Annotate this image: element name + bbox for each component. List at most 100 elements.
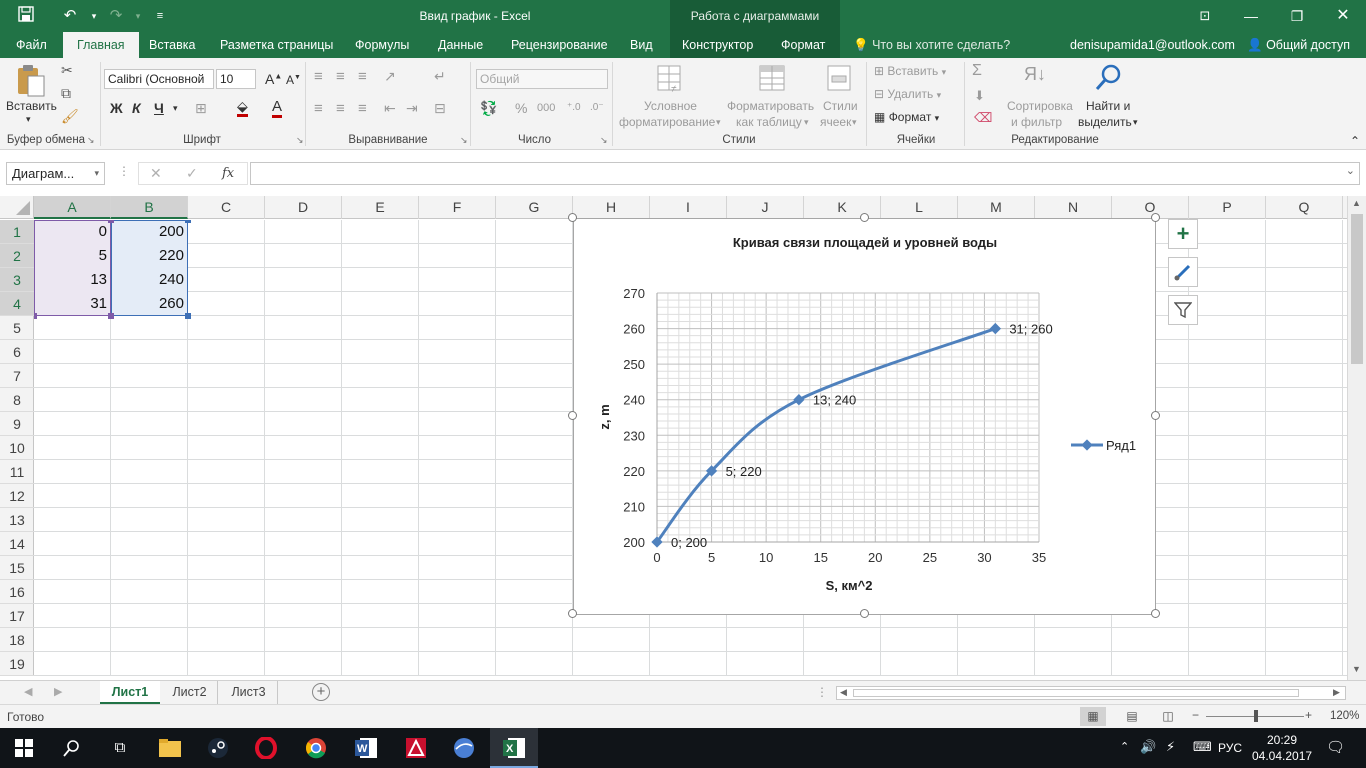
cut-icon[interactable]: ✂ — [61, 62, 73, 79]
tab-formulas[interactable]: Формулы — [355, 32, 409, 58]
row-header-2[interactable]: 2 — [0, 244, 34, 268]
search-icon[interactable] — [48, 728, 96, 768]
comma-style-icon[interactable]: 000 — [537, 102, 555, 114]
align-middle-icon[interactable]: ≡ — [336, 68, 345, 85]
clear-icon[interactable]: ⌫ — [974, 110, 992, 126]
y-axis-title[interactable]: z, m — [597, 404, 612, 429]
column-header-d[interactable]: D — [265, 196, 342, 219]
file-explorer-icon[interactable] — [146, 728, 194, 768]
chart-resize-handle[interactable] — [568, 609, 577, 618]
zoom-in-icon[interactable]: + — [1305, 708, 1312, 722]
decrease-indent-icon[interactable]: ⇤ — [384, 100, 396, 117]
sheet-tab-1[interactable]: Лист1 — [100, 681, 160, 704]
tab-home[interactable]: Главная — [63, 32, 139, 58]
column-header-f[interactable]: F — [419, 196, 496, 219]
enter-icon[interactable]: ✓ — [186, 165, 198, 182]
chart-resize-handle[interactable] — [1151, 213, 1160, 222]
conditional-formatting-dropdown-icon[interactable]: ▾ — [716, 117, 721, 128]
row-header-5[interactable]: 5 — [0, 316, 34, 340]
zoom-slider-thumb[interactable] — [1254, 710, 1258, 722]
column-header-h[interactable]: H — [573, 196, 650, 219]
row-header-6[interactable]: 6 — [0, 340, 34, 364]
row-header-1[interactable]: 1 — [0, 220, 34, 244]
chart-styles-button[interactable] — [1168, 257, 1198, 287]
delete-cells-button[interactable]: ⊟ Удалить ▾ — [874, 87, 941, 101]
find-select-label-1[interactable]: Найти и — [1086, 99, 1130, 113]
column-header-g[interactable]: G — [496, 196, 573, 219]
decrease-font-icon[interactable]: A▼ — [286, 73, 301, 87]
row-header-7[interactable]: 7 — [0, 364, 34, 388]
data-label[interactable]: 5; 220 — [726, 464, 762, 479]
tab-review[interactable]: Рецензирование — [511, 32, 608, 58]
sort-filter-label-2[interactable]: и фильтр — [1011, 115, 1062, 129]
orientation-icon[interactable]: ↗ — [384, 68, 396, 85]
expand-formula-icon[interactable]: ⌄ — [1346, 164, 1355, 177]
paste-dropdown-icon[interactable]: ▾ — [26, 114, 31, 125]
minimize-button[interactable]: — — [1228, 0, 1274, 32]
row-header-8[interactable]: 8 — [0, 388, 34, 412]
borders-icon[interactable]: ⊞ — [195, 100, 207, 117]
row-header-11[interactable]: 11 — [0, 460, 34, 484]
row-header-14[interactable]: 14 — [0, 532, 34, 556]
tab-file[interactable]: Файл — [16, 32, 47, 58]
paste-icon[interactable] — [14, 64, 46, 98]
task-view-icon[interactable]: ⧉ — [96, 728, 144, 768]
conditional-formatting-label-2[interactable]: форматирование — [619, 115, 715, 129]
row-header-15[interactable]: 15 — [0, 556, 34, 580]
column-header-p[interactable]: P — [1189, 196, 1266, 219]
tab-data[interactable]: Данные — [438, 32, 483, 58]
column-header-l[interactable]: L — [881, 196, 958, 219]
percent-style-icon[interactable]: % — [515, 100, 527, 116]
wrap-text-icon[interactable]: ↵ — [434, 68, 446, 85]
tab-page-layout[interactable]: Разметка страницы — [220, 32, 333, 58]
scroll-up-icon[interactable]: ▲ — [1352, 198, 1361, 208]
cell-styles-label-1[interactable]: Стили — [823, 99, 858, 113]
fill-icon[interactable]: ⬇ — [974, 88, 985, 104]
row-header-10[interactable]: 10 — [0, 436, 34, 460]
format-cells-button[interactable]: ▦ Формат ▾ — [874, 110, 939, 124]
chrome-icon[interactable] — [292, 728, 340, 768]
redo-icon[interactable]: ↷ — [106, 6, 126, 26]
column-header-q[interactable]: Q — [1266, 196, 1343, 219]
cell-b3[interactable]: 240 — [111, 268, 188, 292]
column-header-j[interactable]: J — [727, 196, 804, 219]
format-as-table-label-2[interactable]: как таблицу — [736, 115, 802, 129]
share-button[interactable]: 👤 Общий доступ — [1247, 32, 1350, 58]
chart-resize-handle[interactable] — [1151, 411, 1160, 420]
number-format-select[interactable]: Общий — [476, 69, 608, 89]
cell-a2[interactable]: 5 — [34, 244, 111, 268]
increase-indent-icon[interactable]: ⇥ — [406, 100, 418, 117]
underline-button[interactable]: Ч — [154, 100, 164, 116]
cell-b4[interactable]: 260 — [111, 292, 188, 316]
font-size-select[interactable]: 10 — [216, 69, 256, 89]
autocad-icon[interactable] — [392, 728, 440, 768]
fill-color-icon[interactable]: ⬙ — [237, 98, 248, 117]
scroll-down-icon[interactable]: ▼ — [1352, 664, 1361, 674]
add-sheet-button[interactable]: + — [312, 683, 330, 701]
prev-sheet-icon[interactable]: ◀ — [24, 685, 32, 698]
ribbon-display-options-icon[interactable]: ⊡ — [1182, 0, 1228, 32]
column-header-b[interactable]: B — [111, 196, 188, 219]
format-as-table-dropdown-icon[interactable]: ▾ — [804, 117, 809, 128]
format-painter-icon[interactable]: 🖌 — [61, 108, 79, 125]
legend[interactable]: Ряд1 — [1071, 438, 1136, 453]
name-box-dropdown-icon[interactable]: ▾ — [94, 163, 99, 184]
tell-me-box[interactable]: 💡 Что вы хотите сделать? — [853, 32, 1010, 58]
italic-button[interactable]: К — [132, 100, 141, 116]
horizontal-scrollbar[interactable]: ◀ ▶ — [836, 686, 1346, 700]
horizontal-scroll-thumb[interactable] — [853, 689, 1299, 697]
word-icon[interactable]: W — [342, 728, 390, 768]
number-launcher-icon[interactable]: ↘ — [600, 135, 608, 146]
chart-resize-handle[interactable] — [568, 213, 577, 222]
column-header-i[interactable]: I — [650, 196, 727, 219]
format-as-table-label-1[interactable]: Форматировать — [727, 99, 814, 113]
row-header-13[interactable]: 13 — [0, 508, 34, 532]
increase-decimal-icon[interactable]: ⁺.0 — [567, 102, 581, 113]
font-color-icon[interactable]: A — [272, 98, 283, 118]
increase-font-icon[interactable]: A▲ — [265, 71, 282, 87]
cancel-icon[interactable]: ✕ — [150, 165, 162, 182]
conditional-formatting-label-1[interactable]: Условное — [644, 99, 697, 113]
network-icon[interactable]: ⚡ — [1166, 739, 1175, 755]
row-header-18[interactable]: 18 — [0, 628, 34, 652]
chart-resize-handle[interactable] — [568, 411, 577, 420]
